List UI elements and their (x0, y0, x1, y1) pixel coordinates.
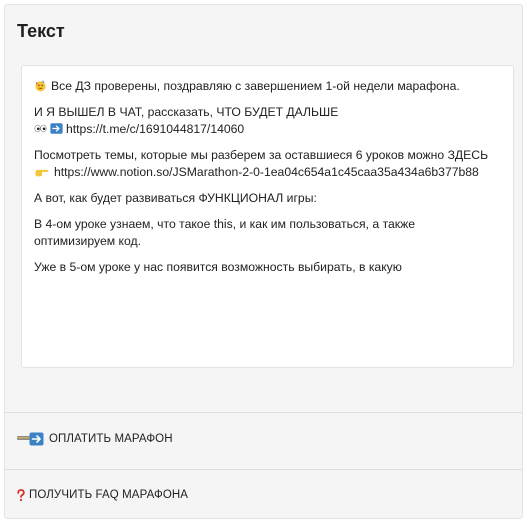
message-paragraph-1: Все ДЗ проверены, поздравляю с завершени… (34, 78, 499, 95)
message-paragraph-2: И Я ВЫШЕЛ В ЧАТ, рассказать, ЧТО БУДЕТ Д… (34, 104, 499, 138)
eyes-icon (34, 124, 47, 133)
panel-title: Текст (17, 21, 65, 41)
message-line-1: Все ДЗ проверены, поздравляю с завершени… (51, 79, 460, 93)
divider (5, 412, 522, 413)
message-line-3: Посмотреть темы, которые мы разберем за … (34, 148, 489, 162)
pay-marathon-button[interactable]: ОПЛАТИТЬ МАРАФОН (17, 429, 173, 449)
card-arrow-icon (17, 432, 45, 446)
telegram-link[interactable]: https://t.me/c/1691044817/14060 (66, 122, 244, 136)
right-arrow-box-icon (50, 123, 63, 134)
message-paragraph-3: Посмотреть темы, которые мы разберем за … (34, 147, 499, 181)
message-paragraph-6: Уже в 5-ом уроке у нас появится возможно… (34, 260, 402, 274)
get-faq-button[interactable]: ПОЛУЧИТЬ FAQ МАРАФОНА (17, 485, 188, 505)
message-line-2: И Я ВЫШЕЛ В ЧАТ, рассказать, ЧТО БУДЕТ Д… (34, 105, 339, 119)
party-face-icon (35, 79, 46, 92)
pointing-hand-icon (35, 169, 49, 177)
text-panel: Текст Все ДЗ проверены, поздравляю с зав… (4, 4, 523, 519)
get-faq-label: ПОЛУЧИТЬ FAQ МАРАФОНА (29, 489, 189, 501)
notion-link[interactable]: https://www.notion.so/JSMarathon-2-0-1ea… (54, 165, 479, 179)
question-mark-icon (17, 488, 25, 502)
message-text-box[interactable]: Все ДЗ проверены, поздравляю с завершени… (21, 65, 514, 368)
message-paragraph-5: В 4-ом уроке узнаем, что такое this, и к… (34, 217, 416, 248)
pay-marathon-label: ОПЛАТИТЬ МАРАФОН (49, 433, 173, 445)
divider (5, 469, 522, 470)
message-paragraph-4: А вот, как будет развиваться ФУНКЦИОНАЛ … (34, 191, 317, 205)
